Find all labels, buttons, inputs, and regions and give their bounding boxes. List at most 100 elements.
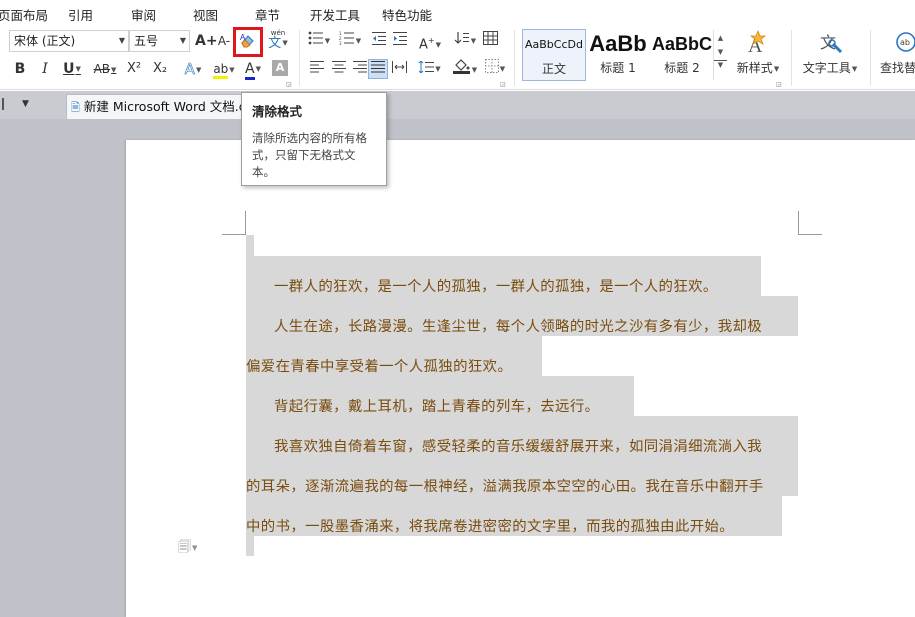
menu-developer[interactable]: 开发工具 [310, 5, 360, 24]
menu-references[interactable]: 引用 [68, 5, 93, 24]
chevron-down-icon: ▼ [717, 48, 724, 56]
subscript-button[interactable]: X₂ [150, 58, 170, 80]
justify-button[interactable] [368, 59, 388, 79]
expand-icon: ▼ [714, 60, 727, 69]
menu-page-layout[interactable]: 页面布局 [0, 5, 48, 24]
menu-review[interactable]: 审阅 [131, 5, 156, 24]
line-spacing-icon [418, 60, 435, 74]
menu-special[interactable]: 特色功能 [382, 5, 432, 24]
menu-view[interactable]: 视图 [193, 5, 218, 24]
increase-indent-button[interactable] [391, 30, 409, 52]
style-heading-2[interactable]: AaBbC 标题 2 [650, 29, 714, 81]
paragraph-line[interactable]: 一群人的狂欢，是一个人的孤独，一群人的孤独，是一个人的狂欢。 [274, 277, 718, 297]
underline-button[interactable]: U▼ [60, 58, 84, 80]
char-shading-button[interactable]: A [272, 60, 288, 76]
font-color-button[interactable]: A▼ [240, 58, 266, 80]
chevron-down-icon: ▼ [118, 36, 125, 45]
menu-section[interactable]: 章节 [255, 5, 280, 24]
paragraph-line[interactable]: 人生在途，长路漫漫。生逢尘世，每个人领略的时光之沙有多有少，我却极 [274, 317, 762, 337]
find-icon: ab [896, 32, 915, 52]
document-tab[interactable]: 🗎 新建 Microsoft Word 文档.d [66, 94, 246, 119]
svg-text:ab: ab [900, 38, 910, 47]
paragraph-line[interactable]: 中的书，一股墨香涌来，将我席卷进密密的文字里，而我的孤独由此开始。 [246, 517, 734, 537]
distribute-icon [391, 61, 407, 73]
superscript-button[interactable]: X² [124, 58, 144, 80]
bullet-list-icon [308, 31, 323, 45]
font-dialog-launcher[interactable]: ◲ [286, 81, 292, 88]
indent-icon [392, 32, 407, 45]
tooltip-title: 清除格式 [252, 104, 303, 119]
italic-button[interactable]: I [36, 58, 54, 80]
clear-formatting-tooltip: 清除格式 清除所选内容的所有格式，只留下无格式文本。 [241, 92, 387, 186]
line-spacing-button[interactable]: ▼ [417, 58, 443, 80]
styles-dialog-launcher[interactable]: ◲ [776, 81, 782, 88]
paragraph-dialog-launcher[interactable]: ◲ [500, 81, 506, 88]
separator [870, 30, 871, 86]
new-style-icon: A [748, 29, 767, 57]
outdent-icon [371, 32, 386, 45]
bullet-list-button[interactable]: ▼ [306, 30, 332, 52]
paragraph-line[interactable]: 的耳朵，逐渐流遍我的每一根神经，溢满我原本空空的心田。我在音乐中翻开手 [246, 477, 764, 497]
margin-corner-top-right [798, 211, 822, 235]
shrink-font-button[interactable]: A- [215, 30, 233, 52]
grow-font-button[interactable]: A+ [195, 30, 218, 52]
change-case-button[interactable]: A+▼ [416, 30, 444, 52]
separator [514, 30, 515, 86]
word-doc-icon: 🗎 [71, 101, 80, 114]
text-tools-button[interactable]: 文 文字工具▼ [797, 30, 863, 80]
text-effect-button[interactable]: A▼ [180, 58, 206, 80]
paragraph-line[interactable]: 背起行囊，戴上耳机，踏上青春的列车，去远行。 [274, 397, 599, 417]
decrease-indent-button[interactable] [370, 30, 388, 52]
find-replace-button[interactable]: ab 查找替 [878, 30, 915, 80]
align-center-button[interactable] [329, 58, 349, 80]
ribbon-toolbar: 宋体 (正文) ▼ 五号 ▼ A+ A- A wén 文▼ ▼ 1 2 3 ▼ A+▼… [0, 26, 915, 90]
phonetic-guide-button[interactable]: wén 文▼ [264, 28, 292, 50]
style-gallery-scroll[interactable]: ▲ ▼ ▼ [713, 30, 727, 80]
chevron-up-icon: ▲ [717, 34, 724, 42]
tooltip-body: 清除所选内容的所有格式，只留下无格式文本。 [252, 131, 367, 179]
numbered-list-button[interactable]: 1 2 3 ▼ [337, 30, 363, 52]
borders-button[interactable]: ▼ [482, 58, 508, 80]
table-button[interactable] [481, 30, 499, 52]
separator [791, 30, 792, 86]
font-size-select[interactable]: 五号 ▼ [129, 30, 190, 52]
tab-scroll-left-icon[interactable] [2, 98, 4, 110]
style-normal[interactable]: AaBbCcDd 正文 [522, 29, 586, 81]
paragraph-layout-icon[interactable]: 🗐▼ [178, 538, 197, 560]
chevron-down-icon[interactable]: ▼ [22, 99, 29, 109]
border-icon [484, 59, 499, 73]
align-left-button[interactable] [307, 58, 327, 80]
distributed-align-button[interactable] [389, 58, 409, 80]
table-icon [482, 31, 498, 45]
shading-button[interactable]: ▼ [450, 58, 480, 80]
chevron-down-icon: ▼ [282, 39, 288, 47]
svg-text:文: 文 [820, 33, 836, 52]
svg-text:3: 3 [339, 41, 342, 45]
highlight-annotation [233, 27, 263, 57]
paint-bucket-icon [452, 59, 470, 74]
bold-button[interactable]: B [11, 58, 29, 80]
paragraph-line[interactable]: 我喜欢独自倚着车窗，感受轻柔的音乐缓缓舒展开来，如同涓涓细流淌入我 [274, 437, 762, 457]
font-name-value: 宋体 (正文) [14, 34, 76, 48]
new-style-button[interactable]: A 新样式▼ [732, 29, 784, 80]
sort-icon [454, 32, 469, 44]
document-tab-label: 新建 Microsoft Word 文档.d [83, 99, 246, 114]
highlight-button[interactable]: ab▼ [210, 58, 238, 80]
sort-button[interactable]: ▼ [453, 30, 477, 52]
separator [299, 30, 300, 86]
margin-corner-top-left [222, 211, 246, 235]
align-left-icon [310, 61, 324, 73]
align-right-button[interactable] [350, 58, 370, 80]
font-size-value: 五号 [134, 34, 159, 48]
strikethrough-button[interactable]: AB▼ [90, 58, 120, 80]
align-center-icon [332, 61, 346, 73]
text-tools-icon: 文 [820, 33, 843, 54]
chevron-down-icon: ▼ [179, 36, 186, 45]
numbered-list-icon: 123 [339, 31, 354, 46]
justify-icon [371, 61, 385, 73]
document-tab-strip: ▼ 🗎 新建 Microsoft Word 文档.d [0, 91, 915, 119]
paragraph-line[interactable]: 偏爱在青春中享受着一个人孤独的狂欢。 [246, 357, 512, 377]
menu-bar: 页面布局 引用 审阅 视图 章节 开发工具 特色功能 [0, 0, 915, 26]
style-heading-1[interactable]: AaBb 标题 1 [586, 29, 650, 81]
font-name-select[interactable]: 宋体 (正文) ▼ [9, 30, 129, 52]
